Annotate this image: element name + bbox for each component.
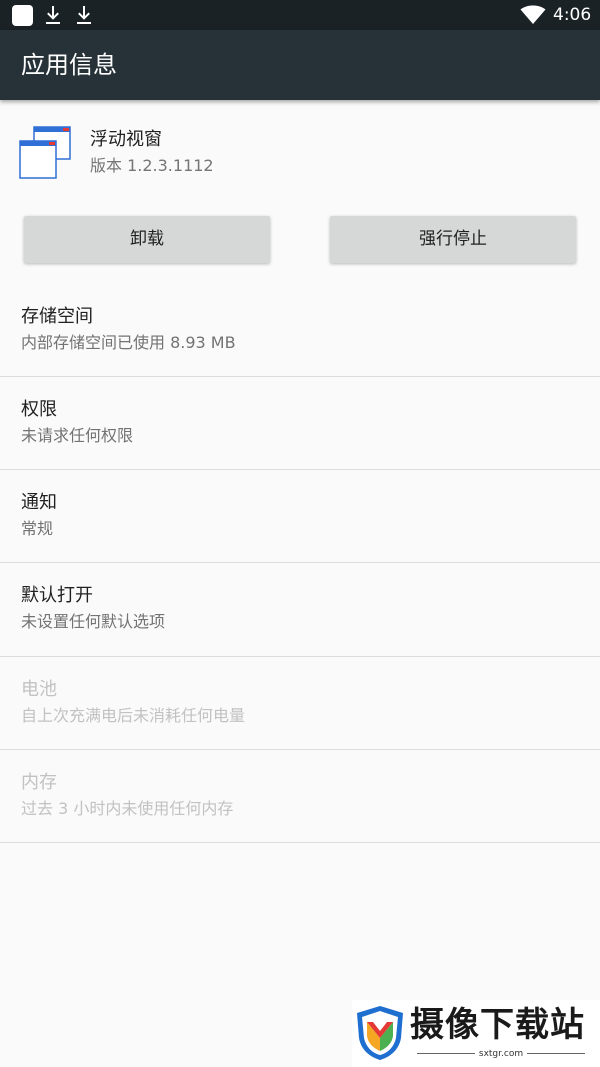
list-item-storage[interactable]: 存储空间 内部存储空间已使用 8.93 MB xyxy=(0,284,600,376)
list-item-permissions[interactable]: 权限 未请求任何权限 xyxy=(0,377,600,469)
notification-square-icon xyxy=(12,5,33,26)
item-summary: 未设置任何默认选项 xyxy=(21,612,166,631)
list-item-notifications[interactable]: 通知 常规 xyxy=(0,470,600,562)
item-title: 默认打开 xyxy=(21,585,93,606)
download-icon xyxy=(77,6,91,24)
item-title: 存储空间 xyxy=(21,306,93,327)
floating-window-app-icon xyxy=(19,126,71,179)
item-summary: 未请求任何权限 xyxy=(21,426,134,445)
list-item-battery: 电池 自上次充满电后未消耗任何电量 xyxy=(0,657,600,749)
app-version: 版本 1.2.3.1112 xyxy=(90,156,214,175)
app-name: 浮动视窗 xyxy=(90,129,162,150)
item-summary: 自上次充满电后未消耗任何电量 xyxy=(21,706,246,725)
watermark-site: sxtgr.com xyxy=(410,1048,592,1060)
item-summary: 常规 xyxy=(21,519,54,538)
site-watermark: 摄像下载站 sxtgr.com xyxy=(352,1000,600,1067)
uninstall-button[interactable]: 卸载 xyxy=(24,216,270,263)
shield-logo-icon xyxy=(357,1006,403,1060)
divider xyxy=(0,842,600,843)
list-item-memory: 内存 过去 3 小时内未使用任何内存 xyxy=(0,750,600,842)
app-bar: 应用信息 xyxy=(0,30,600,100)
app-header: 浮动视窗 版本 1.2.3.1112 xyxy=(0,100,600,200)
item-title: 权限 xyxy=(21,399,57,420)
status-clock: 4:06 xyxy=(553,5,592,25)
item-title: 电池 xyxy=(21,679,57,700)
item-title: 内存 xyxy=(21,772,57,793)
download-icon xyxy=(46,6,60,24)
force-stop-button[interactable]: 强行停止 xyxy=(330,216,576,263)
list-item-open-by-default[interactable]: 默认打开 未设置任何默认选项 xyxy=(0,563,600,655)
item-title: 通知 xyxy=(21,492,57,513)
status-bar: 4:06 xyxy=(0,0,600,30)
page-title: 应用信息 xyxy=(21,51,117,79)
wifi-icon xyxy=(520,5,546,24)
item-summary: 过去 3 小时内未使用任何内存 xyxy=(21,799,234,818)
item-summary: 内部存储空间已使用 8.93 MB xyxy=(21,333,236,352)
watermark-text: 摄像下载站 xyxy=(410,1005,585,1045)
